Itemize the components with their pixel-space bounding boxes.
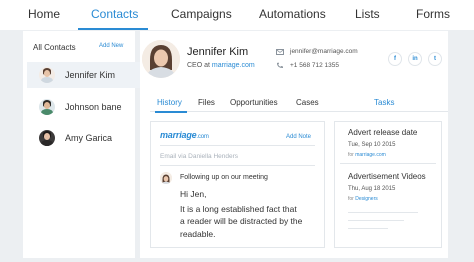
- placeholder-line: [348, 220, 404, 221]
- task-for-link[interactable]: marriage.com: [355, 152, 386, 158]
- tab-cases[interactable]: Cases: [296, 98, 319, 107]
- divider: [340, 163, 436, 164]
- task-title[interactable]: Advert release date: [348, 128, 417, 137]
- add-note-button[interactable]: Add Note: [286, 134, 311, 140]
- divider: [160, 165, 315, 166]
- profile-role: CEO at: [187, 62, 210, 69]
- avatar: [39, 99, 55, 115]
- nav-automations[interactable]: Automations: [259, 7, 326, 21]
- tab-opportunities[interactable]: Opportunities: [230, 98, 278, 107]
- note-subject: Following up on our meeting: [180, 174, 268, 181]
- profile-avatar: [142, 40, 180, 78]
- task-date: Tue, Sep 10 2015: [348, 142, 396, 148]
- placeholder-line: [348, 228, 388, 229]
- top-navigation: Home Contacts Campaigns Automations List…: [0, 0, 474, 30]
- phone-line: +1 568 712 1355: [276, 62, 339, 69]
- contacts-sidebar: All Contacts Add New Jennifer Kim Johnso…: [23, 31, 149, 258]
- tab-history[interactable]: History: [157, 98, 182, 107]
- nav-lists[interactable]: Lists: [355, 7, 380, 21]
- contact-item-jennifer-kim[interactable]: Jennifer Kim: [27, 62, 149, 88]
- profile-email[interactable]: jennifer@marriage.com: [290, 48, 358, 55]
- note-author-avatar: [160, 172, 172, 184]
- task-date: Thu, Aug 18 2015: [348, 186, 396, 192]
- profile-phone[interactable]: +1 568 712 1355: [290, 62, 339, 69]
- contact-name: Amy Garica: [65, 133, 113, 143]
- contact-name: Johnson bane: [65, 102, 122, 112]
- contact-item-johnson-bane[interactable]: Johnson bane: [27, 94, 149, 120]
- tabs-divider: [150, 111, 448, 112]
- tab-files[interactable]: Files: [198, 98, 215, 107]
- contact-name: Jennifer Kim: [65, 70, 116, 80]
- profile-title: CEO at marriage.com: [187, 62, 255, 69]
- nav-contacts[interactable]: Contacts: [91, 7, 138, 21]
- divider: [160, 145, 315, 146]
- task-for-link[interactable]: Designers: [355, 196, 378, 202]
- sidebar-title: All Contacts: [33, 43, 76, 52]
- nav-campaigns[interactable]: Campaigns: [171, 7, 232, 21]
- email-line: jennifer@marriage.com: [276, 48, 358, 55]
- profile-name: Jennifer Kim: [187, 46, 249, 58]
- nav-forms[interactable]: Forms: [416, 7, 450, 21]
- note-body-line: It is a long established fact that: [180, 204, 297, 214]
- add-contact-button[interactable]: Add New: [99, 43, 123, 49]
- note-body-line: Hi Jen,: [180, 189, 207, 199]
- profile-company-link[interactable]: marriage.com: [212, 62, 255, 69]
- tab-tasks[interactable]: Tasks: [374, 98, 394, 107]
- avatar: [39, 130, 55, 146]
- task-title[interactable]: Advertisement Videos: [348, 172, 426, 181]
- task-for: for marriage.com: [348, 152, 386, 158]
- note-body-line: readable.: [180, 229, 216, 239]
- note-body-line: a reader will be distracted by the: [180, 216, 303, 226]
- contact-item-amy-garica[interactable]: Amy Garica: [27, 125, 149, 151]
- task-for: for Designers: [348, 196, 378, 202]
- linkedin-icon[interactable]: in: [408, 52, 422, 66]
- tab-active-indicator: [155, 111, 187, 113]
- mail-icon: [276, 48, 284, 55]
- avatar: [39, 67, 55, 83]
- facebook-icon[interactable]: f: [388, 52, 402, 66]
- email-via-label: Email via Daniella Henders: [160, 153, 239, 160]
- placeholder-line: [348, 212, 418, 213]
- phone-icon: [277, 62, 283, 68]
- twitter-icon[interactable]: t: [428, 52, 442, 66]
- note-card: [150, 121, 325, 248]
- nav-home[interactable]: Home: [28, 7, 60, 21]
- brand-logo: marriage.com: [160, 130, 209, 140]
